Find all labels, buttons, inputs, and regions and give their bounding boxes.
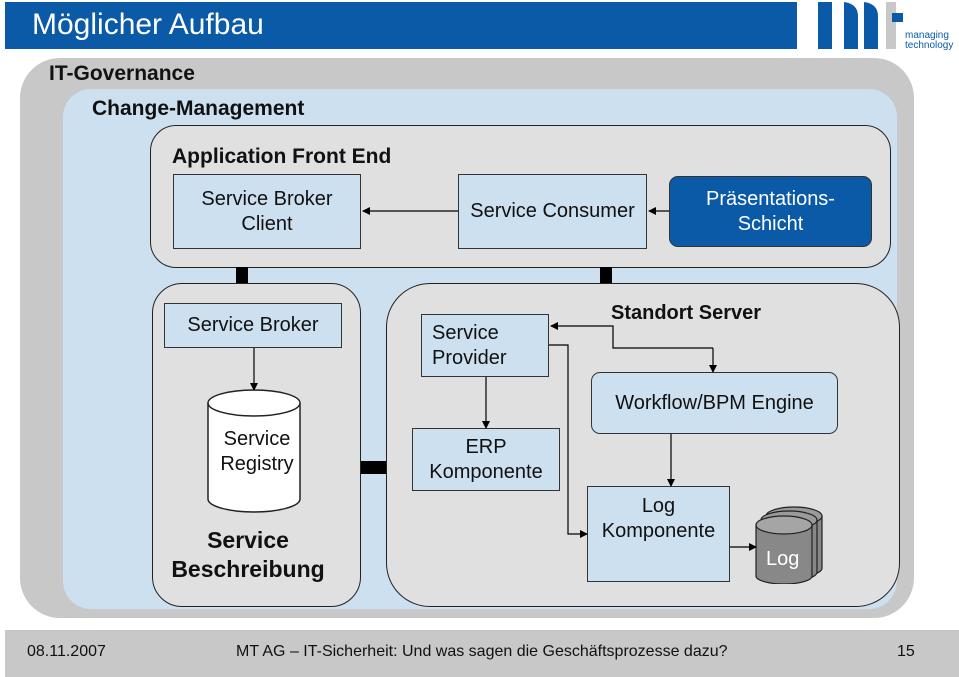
- slide-title: Möglicher Aufbau: [32, 8, 264, 41]
- site-server-title: Standort Server: [611, 302, 762, 324]
- service-consumer-label: Service Consumer: [470, 200, 635, 222]
- log-component-line2: Komponente: [601, 520, 716, 542]
- presentation-line2: Schicht: [737, 212, 804, 235]
- presentation-line1: Präsentations-: [706, 187, 835, 210]
- log-store-label: Log: [766, 548, 800, 570]
- service-consumer-box[interactable]: Service Consumer: [458, 174, 647, 249]
- service-registry-db[interactable]: Service Registry: [207, 389, 301, 513]
- service-broker-client-line1: Service Broker: [201, 187, 333, 210]
- log-component-box[interactable]: Log Komponente: [587, 486, 730, 582]
- service-registry-line1: Service: [223, 428, 291, 450]
- connector-front-to-description: [236, 267, 248, 284]
- footer-date: 08.11.2007: [27, 643, 106, 660]
- footer-text: MT AG – IT-Sicherheit: Und was sagen die…: [236, 643, 728, 660]
- log-component-line1: Log: [641, 495, 676, 517]
- logo-text-2: technology: [905, 40, 953, 51]
- workflow-engine-label: Workflow/BPM Engine: [615, 391, 814, 414]
- erp-line2: Komponente: [429, 460, 543, 483]
- workflow-engine-box[interactable]: Workflow/BPM Engine: [591, 372, 838, 434]
- service-registry-line2: Registry: [220, 453, 294, 475]
- erp-line1: ERP: [465, 435, 507, 458]
- service-provider-box[interactable]: Service Provider: [421, 314, 549, 377]
- service-description-title-line1: Service: [207, 527, 289, 553]
- governance-label: IT-Governance: [49, 62, 195, 85]
- footer-page-number: 15: [897, 643, 915, 660]
- service-provider-line2: Provider: [432, 346, 507, 369]
- service-provider-line1: Service: [432, 321, 499, 344]
- service-broker-box[interactable]: Service Broker: [164, 303, 342, 348]
- front-end-title: Application Front End: [172, 145, 392, 168]
- service-broker-label: Service Broker: [187, 314, 319, 336]
- change-management-label: Change-Management: [92, 97, 305, 120]
- connector-front-to-server: [600, 267, 612, 284]
- footer-bar: 08.11.2007 MT AG – IT-Sicherheit: Und wa…: [5, 630, 959, 677]
- service-broker-client-line2: Client: [241, 212, 293, 235]
- service-description-title: Service Beschreibung: [152, 526, 344, 584]
- mt-logo: managing technology: [818, 2, 959, 52]
- erp-component-box[interactable]: ERP Komponente: [412, 428, 560, 491]
- presentation-layer-box[interactable]: Präsentations- Schicht: [669, 176, 872, 247]
- service-broker-client-box[interactable]: Service Broker Client: [173, 174, 361, 249]
- service-description-title-line2: Beschreibung: [171, 556, 325, 582]
- connector-description-to-server: [359, 461, 387, 474]
- log-storage-icon[interactable]: Log: [754, 504, 826, 585]
